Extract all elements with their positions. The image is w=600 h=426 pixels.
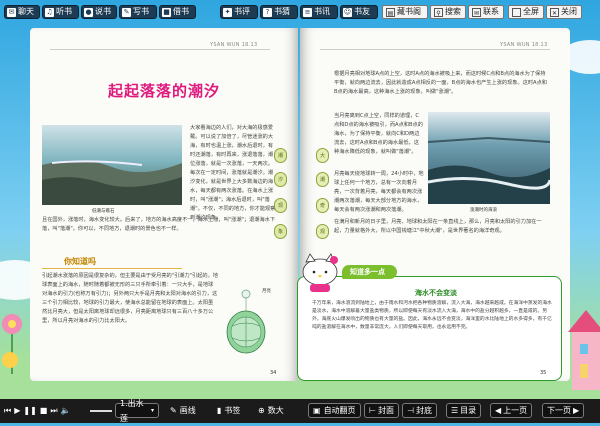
- auto-flip-icon: ▣: [313, 406, 321, 415]
- pause-icon[interactable]: ❚❚: [23, 403, 36, 418]
- intro-paragraph-continued: 且在国外，涨落时，海水变化较大。后来了，地方的海水高度不一，海水上涨，叫"涨潮"…: [42, 217, 276, 232]
- high-tide-photo: [427, 112, 552, 204]
- contents-icon: ☰: [451, 406, 459, 415]
- fullscreen-button[interactable]: 全屏: [508, 5, 544, 19]
- news-button[interactable]: ≡ 书讯: [300, 5, 338, 19]
- high-tide-image: [427, 112, 552, 204]
- cover-button[interactable]: ⊢ 封面: [364, 403, 399, 418]
- cover-icon: ⊢: [369, 406, 376, 415]
- zoom-button[interactable]: ⊕ 数大: [258, 403, 284, 418]
- pen-icon: ✎: [122, 7, 131, 17]
- play-icon[interactable]: ▶: [14, 403, 20, 418]
- review-button[interactable]: ✦ 书评: [220, 5, 258, 19]
- right-paragraph-3: 月亮每天绕地球转一周，24小时中，地球上任何一个地方，总有一次向着月亮，一次背着…: [334, 171, 424, 213]
- mascot-image: [302, 253, 338, 292]
- right-paragraph-1: 根据月亮相对地球A点的上空，这时A点的海水被吸上来，而这时候C点和B点的海水为了…: [334, 71, 547, 95]
- side-tab-left-2[interactable]: 汐: [274, 172, 287, 187]
- side-tab-left-1[interactable]: 潮: [274, 148, 287, 163]
- low-tide-image: [42, 125, 182, 205]
- right-paragraph-4: 在满月和新月的日子里，月亮、地球和太阳在一条直线上，那么，月亮和太阳的引力加在一…: [334, 219, 542, 234]
- right-page-header: YSAN WUN 18.13: [500, 42, 548, 48]
- draw-button[interactable]: ✎ 画线: [170, 403, 196, 418]
- section-did-you-know: 你知道吗: [64, 257, 96, 266]
- search-button[interactable]: ⚲ 搜索: [430, 5, 466, 19]
- fullscreen-icon: [512, 7, 521, 17]
- low-tide-photo: [42, 125, 182, 205]
- close-icon: ✕: [550, 7, 559, 17]
- side-tab-right-3[interactable]: 奇: [316, 198, 329, 213]
- know-more-text: 千万年来，海水浪流到陆地上，由于雨水和河水把各种物质溶解，流入大海，海水越来越咸…: [312, 301, 552, 330]
- mic-icon: ●: [84, 7, 93, 17]
- right-paragraph-2: 当月亮离到C点上空，同样的道理，C点和D点的海水被吸引，而A点和B点的海水，为了…: [334, 113, 423, 155]
- page-title: 起起落落的潮汐: [108, 82, 221, 100]
- moon-earth-diagram: [218, 284, 280, 354]
- friends-button[interactable]: ☺ 书友: [340, 5, 378, 19]
- body-paragraph: 引起潮水涨落的原因是很复杂的，但主要是由于受月亮的"引潮力"引起的。地球表面上的…: [42, 273, 218, 324]
- bookmark-button[interactable]: ▮ 书签: [217, 403, 240, 418]
- bottom-toolbar: ⏮ ▶ ❚❚ ■ ⏭ 🔈 1.出水莲 ▾ ✎ 画线 ▮ 书签 ⊕ 数大 ▣ 自动…: [0, 399, 600, 423]
- flower-decoration: [0, 300, 30, 380]
- search-icon: ⚲: [434, 7, 443, 17]
- section-underline: [42, 268, 182, 269]
- arrow-right-icon: ▶: [573, 406, 580, 415]
- side-tab-right-2[interactable]: 潮: [316, 172, 329, 187]
- zoom-icon: ⊕: [258, 406, 265, 415]
- know-more-title: 海水不会变淡: [415, 289, 457, 297]
- media-controls: ⏮ ▶ ❚❚ ■ ⏭ 🔈: [4, 403, 73, 418]
- guess-button[interactable]: ? 书猜: [260, 5, 298, 19]
- write-button[interactable]: ✎ 写书: [119, 5, 157, 19]
- first-track-icon[interactable]: ⏮: [4, 403, 11, 418]
- right-page-number: 35: [540, 370, 547, 376]
- book-icon: ■: [162, 7, 171, 17]
- left-header-rule: [50, 49, 270, 50]
- side-tab-right-1[interactable]: 大: [316, 148, 329, 163]
- mail-icon: ✉: [472, 7, 481, 17]
- library-button[interactable]: ▤ 藏书阁: [382, 5, 428, 19]
- tell-button[interactable]: ● 说书: [81, 5, 117, 19]
- track-select[interactable]: 1.出水莲 ▾: [115, 399, 159, 423]
- question-icon: ?: [263, 7, 272, 17]
- chat-button[interactable]: ✉ 聊天: [4, 5, 40, 19]
- left-page-number: 34: [270, 370, 277, 376]
- bookmark-icon: ▮: [217, 406, 222, 415]
- contents-button[interactable]: ☰ 目录: [446, 403, 482, 418]
- side-tab-right-4[interactable]: 观: [316, 224, 329, 239]
- high-tide-caption: 涨潮时的海浪: [470, 208, 497, 213]
- house-svg: [568, 310, 600, 390]
- prev-page-button[interactable]: ◀ 上一页: [490, 403, 533, 418]
- listen-button[interactable]: ♫ 听书: [42, 5, 79, 19]
- know-more-banner: 知道多一点: [342, 265, 397, 279]
- hello-kitty-mascot: [298, 252, 344, 292]
- news-icon: ≡: [303, 7, 312, 17]
- auto-flip-button[interactable]: ▣ 自动翻页: [308, 403, 361, 418]
- library-icon: ▤: [386, 7, 395, 17]
- back-cover-button[interactable]: ⊣ 封底: [402, 403, 437, 418]
- tide-diagram-svg: [226, 289, 266, 354]
- next-track-icon[interactable]: ⏭: [50, 403, 57, 418]
- close-button[interactable]: ✕ 关闭: [546, 5, 582, 19]
- side-tab-left-4[interactable]: 象: [274, 224, 287, 239]
- back-cover-icon: ⊣: [407, 406, 414, 415]
- stop-icon[interactable]: ■: [40, 403, 48, 418]
- house-decoration: [566, 300, 600, 390]
- borrow-button[interactable]: ■ 借书: [159, 5, 196, 19]
- chat-icon: ✉: [7, 7, 16, 17]
- friends-icon: ☺: [343, 7, 352, 17]
- volume-slider[interactable]: [90, 410, 112, 412]
- right-header-rule: [320, 49, 550, 50]
- left-page-header: YSAN WUN 18.13: [210, 42, 258, 48]
- track-dropdown-icon: ▾: [150, 407, 154, 414]
- low-tide-caption: 低潮与礁石: [92, 209, 115, 214]
- next-page-button[interactable]: 下一页 ▶: [542, 403, 585, 418]
- arrow-left-icon: ◀: [495, 406, 502, 415]
- pencil-icon: ✎: [170, 406, 177, 415]
- flower-svg: [2, 314, 22, 374]
- diagram-moon-label: 月亮: [262, 289, 271, 294]
- comment-icon: ✦: [223, 7, 232, 17]
- side-tab-left-3[interactable]: 现: [274, 198, 287, 213]
- volume-icon[interactable]: 🔈: [61, 403, 71, 418]
- top-toolbar: ✉ 聊天 ♫ 听书 ● 说书 ✎ 写书 ■ 借书 ✦ 书评 ? 书猜 ≡ 书讯 ☺ 书友 ▤ 藏书阁…: [0, 0, 600, 24]
- headphones-icon: ♫: [45, 7, 54, 17]
- contact-button[interactable]: ✉ 联系: [468, 5, 504, 19]
